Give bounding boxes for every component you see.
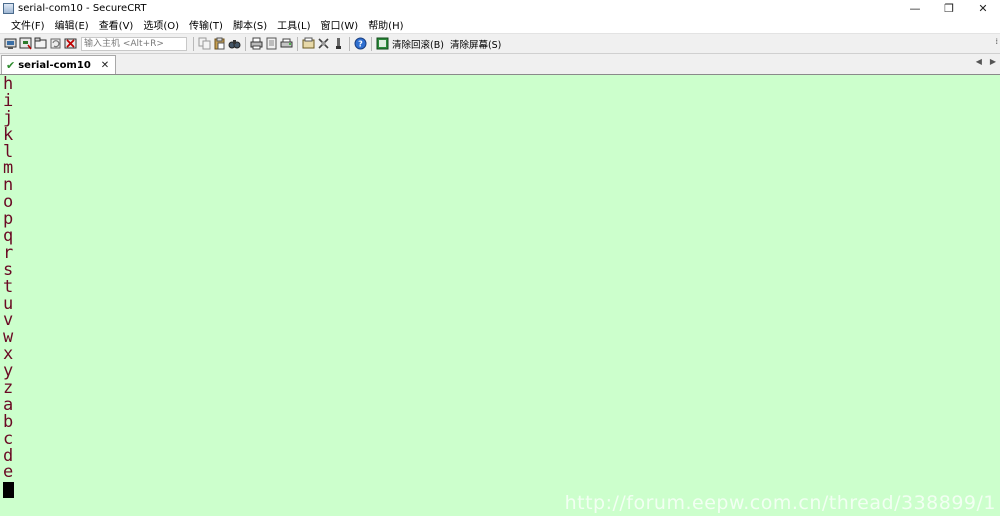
menu-window[interactable]: 窗口(W) <box>315 17 363 32</box>
terminal-output: hijklmnopqrstuvwxyzabcde <box>3 76 14 499</box>
securecrt-app-icon <box>3 2 14 14</box>
close-button[interactable]: ✕ <box>966 0 1000 16</box>
menu-transfer[interactable]: 传输(T) <box>184 17 228 32</box>
reconnect-icon[interactable] <box>49 37 62 50</box>
menu-view[interactable]: 查看(V) <box>94 17 139 32</box>
connected-check-icon: ✔ <box>6 58 16 72</box>
clear-scrollback-button[interactable]: 清除回滚(B) <box>392 37 444 51</box>
quick-connect-icon[interactable] <box>19 37 32 50</box>
copy-icon[interactable] <box>198 37 211 50</box>
tab-scroll-controls: ◀ ▶ <box>976 57 996 66</box>
toolbar-separator <box>349 36 350 51</box>
session-tab-bar: ✔ serial-com10 ✕ ◀ ▶ <box>0 54 1000 75</box>
tab-serial-com10[interactable]: ✔ serial-com10 ✕ <box>1 55 117 74</box>
print-setup-icon[interactable] <box>280 37 293 50</box>
connect-icon[interactable] <box>4 37 17 50</box>
toolbar-separator <box>297 36 298 51</box>
toolbar: ? 清除回滚(B) 清除屏幕(S) ⁞ <box>0 33 1000 54</box>
host-input[interactable] <box>81 36 187 51</box>
global-options-icon[interactable] <box>317 37 330 50</box>
watermark: http://forum.eepw.com.cn/thread/338899/1 <box>564 492 996 514</box>
find-icon[interactable] <box>228 37 241 50</box>
print-icon[interactable] <box>250 37 263 50</box>
help-icon[interactable]: ? <box>354 37 367 50</box>
session-options-icon[interactable] <box>302 37 315 50</box>
paste-icon[interactable] <box>213 37 226 50</box>
tab-label: serial-com10 <box>18 59 91 71</box>
toolbar-separator <box>245 36 246 51</box>
menu-help[interactable]: 帮助(H) <box>363 17 408 32</box>
toolbar-separator <box>371 36 372 51</box>
terminal-cursor <box>3 482 14 499</box>
keymap-icon[interactable] <box>332 37 345 50</box>
tab-scroll-right-icon[interactable]: ▶ <box>990 57 996 66</box>
menu-options[interactable]: 选项(O) <box>138 17 184 32</box>
clear-scrollback-icon[interactable] <box>376 37 389 50</box>
svg-text:?: ? <box>358 40 363 49</box>
tab-close-icon[interactable]: ✕ <box>101 60 109 71</box>
menu-script[interactable]: 脚本(S) <box>228 17 272 32</box>
menu-bar: 文件(F) 编辑(E) 查看(V) 选项(O) 传输(T) 脚本(S) 工具(L… <box>0 16 1000 33</box>
toolbar-overflow-icon[interactable]: ⁞ <box>995 37 998 46</box>
print-selection-icon[interactable] <box>265 37 278 50</box>
restore-button[interactable]: ❐ <box>932 0 966 16</box>
menu-edit[interactable]: 编辑(E) <box>50 17 94 32</box>
disconnect-icon[interactable] <box>64 37 77 50</box>
terminal-area[interactable]: hijklmnopqrstuvwxyzabcde http://forum.ee… <box>0 75 1000 516</box>
window-title: serial-com10 - SecureCRT <box>18 2 147 14</box>
menu-tools[interactable]: 工具(L) <box>272 17 315 32</box>
minimize-button[interactable]: — <box>898 0 932 16</box>
clear-screen-button[interactable]: 清除屏幕(S) <box>450 37 501 51</box>
terminal-line: e <box>3 462 14 483</box>
menu-file[interactable]: 文件(F) <box>6 17 50 32</box>
toolbar-separator <box>193 36 194 51</box>
window-controls: — ❐ ✕ <box>898 0 1000 16</box>
connect-tab-icon[interactable] <box>34 37 47 50</box>
tab-scroll-left-icon[interactable]: ◀ <box>976 57 982 66</box>
title-bar: serial-com10 - SecureCRT — ❐ ✕ <box>0 0 1000 16</box>
